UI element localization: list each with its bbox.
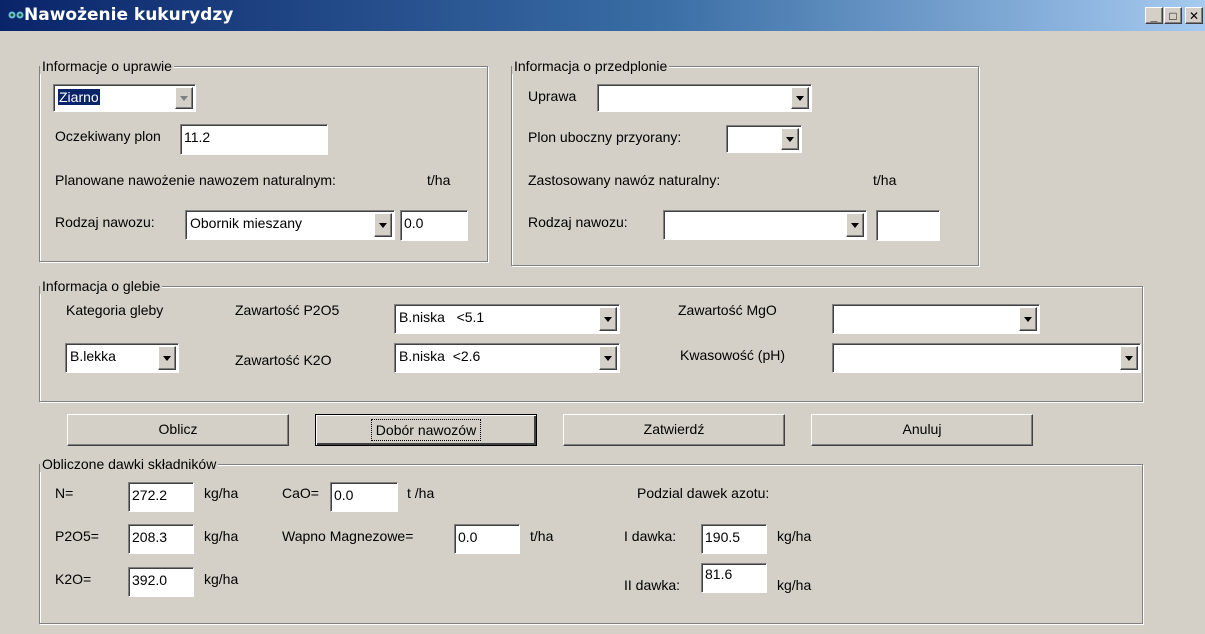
n-value-input[interactable]: 272.2 xyxy=(128,482,194,512)
calculate-button[interactable]: Oblicz xyxy=(67,414,289,446)
chevron-down-icon xyxy=(599,346,617,370)
fertilizer-amount-input[interactable]: 0.0 xyxy=(400,210,468,241)
p2o5-dose-label: P2O5= xyxy=(55,528,99,544)
fertilizer-type-value: Obornik mieszany xyxy=(190,215,303,231)
minimize-button[interactable]: _ xyxy=(1145,7,1163,24)
fertilizer-type-select[interactable]: Obornik mieszany xyxy=(185,210,395,240)
dose2-unit-label: kg/ha xyxy=(777,577,812,593)
expected-yield-label: Oczekiwany plon xyxy=(55,128,161,144)
p2o5-unit-label: kg/ha xyxy=(204,528,239,544)
p2o5-content-select[interactable]: B.niska <5.1 xyxy=(394,304,620,334)
k2o-content-select[interactable]: B.niska <2.6 xyxy=(394,343,620,373)
soil-category-label: Kategoria gleby xyxy=(66,302,164,318)
crop-type-select[interactable]: Ziarno xyxy=(53,84,196,112)
k2o-unit-label: kg/ha xyxy=(204,571,239,587)
byproduct-label: Plon uboczny przyorany: xyxy=(528,129,682,145)
k2o-content-value: B.niska <2.6 xyxy=(399,348,481,364)
chevron-down-icon xyxy=(846,213,864,237)
cao-value-input[interactable]: 0.0 xyxy=(330,482,398,512)
chevron-down-icon xyxy=(599,307,617,331)
chevron-down-icon xyxy=(781,128,799,150)
dose1-unit-label: kg/ha xyxy=(777,528,812,544)
fertilizer-type-label: Rodzaj nawozu: xyxy=(55,214,155,230)
dose1-label: I dawka: xyxy=(624,528,677,544)
p2o5-content-value: B.niska <5.1 xyxy=(399,309,485,325)
p2o5-dose-input[interactable]: 208.3 xyxy=(128,524,194,554)
byproduct-select[interactable] xyxy=(726,125,802,153)
close-button[interactable]: ✕ xyxy=(1185,7,1203,24)
dose2-input[interactable]: 81.6 xyxy=(701,563,767,593)
soil-category-select[interactable]: B.lekka xyxy=(65,343,179,373)
previous-fertilizer-type-label: Rodzaj nawozu: xyxy=(528,214,628,230)
mgo-content-label: Zawartość MgO xyxy=(678,302,777,318)
mgo-content-select[interactable] xyxy=(832,304,1040,334)
magnesium-lime-input[interactable]: 0.0 xyxy=(454,524,520,554)
cao-label: CaO= xyxy=(282,485,319,501)
select-fertilizers-button[interactable]: Dobór nawozów xyxy=(315,414,537,446)
p2o5-content-label: Zawartość P2O5 xyxy=(235,302,340,318)
k2o-content-label: Zawartość K2O xyxy=(235,352,332,368)
n-label: N= xyxy=(55,485,74,501)
previous-crop-select[interactable] xyxy=(597,84,812,112)
crop-info-legend: Informacje o uprawie xyxy=(40,58,174,74)
applied-fertilizer-label: Zastosowany nawóz naturalny: xyxy=(528,172,721,188)
planned-unit-label: t/ha xyxy=(427,172,451,188)
magnesium-lime-label: Wapno Magnezowe= xyxy=(282,528,414,544)
ph-label: Kwasowość (pH) xyxy=(680,347,786,363)
maximize-icon: □ xyxy=(1169,9,1177,23)
ph-select[interactable] xyxy=(832,343,1141,373)
confirm-button[interactable]: Zatwierdź xyxy=(563,414,785,446)
select-fertilizers-label: Dobór nawozów xyxy=(370,419,482,441)
soil-info-legend: Informacja o glebie xyxy=(40,278,163,294)
dose1-input[interactable]: 190.5 xyxy=(701,524,767,554)
previous-fertilizer-amount-input[interactable] xyxy=(876,210,940,241)
nitrogen-split-label: Podzial dawek azotu: xyxy=(637,485,770,501)
previous-fertilizer-type-select[interactable] xyxy=(663,210,867,240)
crop-type-value: Ziarno xyxy=(58,89,100,105)
window-title: Nawożenie kukurydzy xyxy=(24,5,234,25)
chevron-down-icon xyxy=(374,213,392,237)
expected-yield-input[interactable]: 11.2 xyxy=(180,124,328,155)
calculated-doses-legend: Obliczone dawki składników xyxy=(40,456,219,472)
chevron-down-icon xyxy=(791,87,809,109)
maximize-button[interactable]: □ xyxy=(1164,7,1182,24)
chevron-down-icon xyxy=(1019,307,1037,331)
title-bar[interactable]: Nawożenie kukurydzy _ □ ✕ xyxy=(0,0,1205,31)
cancel-button[interactable]: Anuluj xyxy=(811,414,1033,446)
app-icon xyxy=(8,11,24,19)
k2o-dose-input[interactable]: 392.0 xyxy=(128,567,194,597)
dose2-label: II dawka: xyxy=(624,577,681,593)
soil-category-value: B.lekka xyxy=(70,348,116,364)
minimize-icon: _ xyxy=(1150,9,1158,23)
chevron-down-icon xyxy=(158,346,176,370)
cao-unit-label: t /ha xyxy=(407,485,435,501)
magnesium-lime-unit-label: t/ha xyxy=(530,528,554,544)
previous-crop-label: Uprawa xyxy=(528,88,577,104)
applied-unit-label: t/ha xyxy=(873,172,897,188)
close-icon: ✕ xyxy=(1188,9,1200,23)
planned-fertilization-label: Planowane nawożenie nawozem naturalnym: xyxy=(55,172,336,188)
k2o-dose-label: K2O= xyxy=(55,571,92,587)
previous-crop-legend: Informacja o przedplonie xyxy=(512,58,670,74)
chevron-down-icon xyxy=(1120,346,1138,370)
n-unit-label: kg/ha xyxy=(204,485,239,501)
chevron-down-icon xyxy=(175,87,193,109)
